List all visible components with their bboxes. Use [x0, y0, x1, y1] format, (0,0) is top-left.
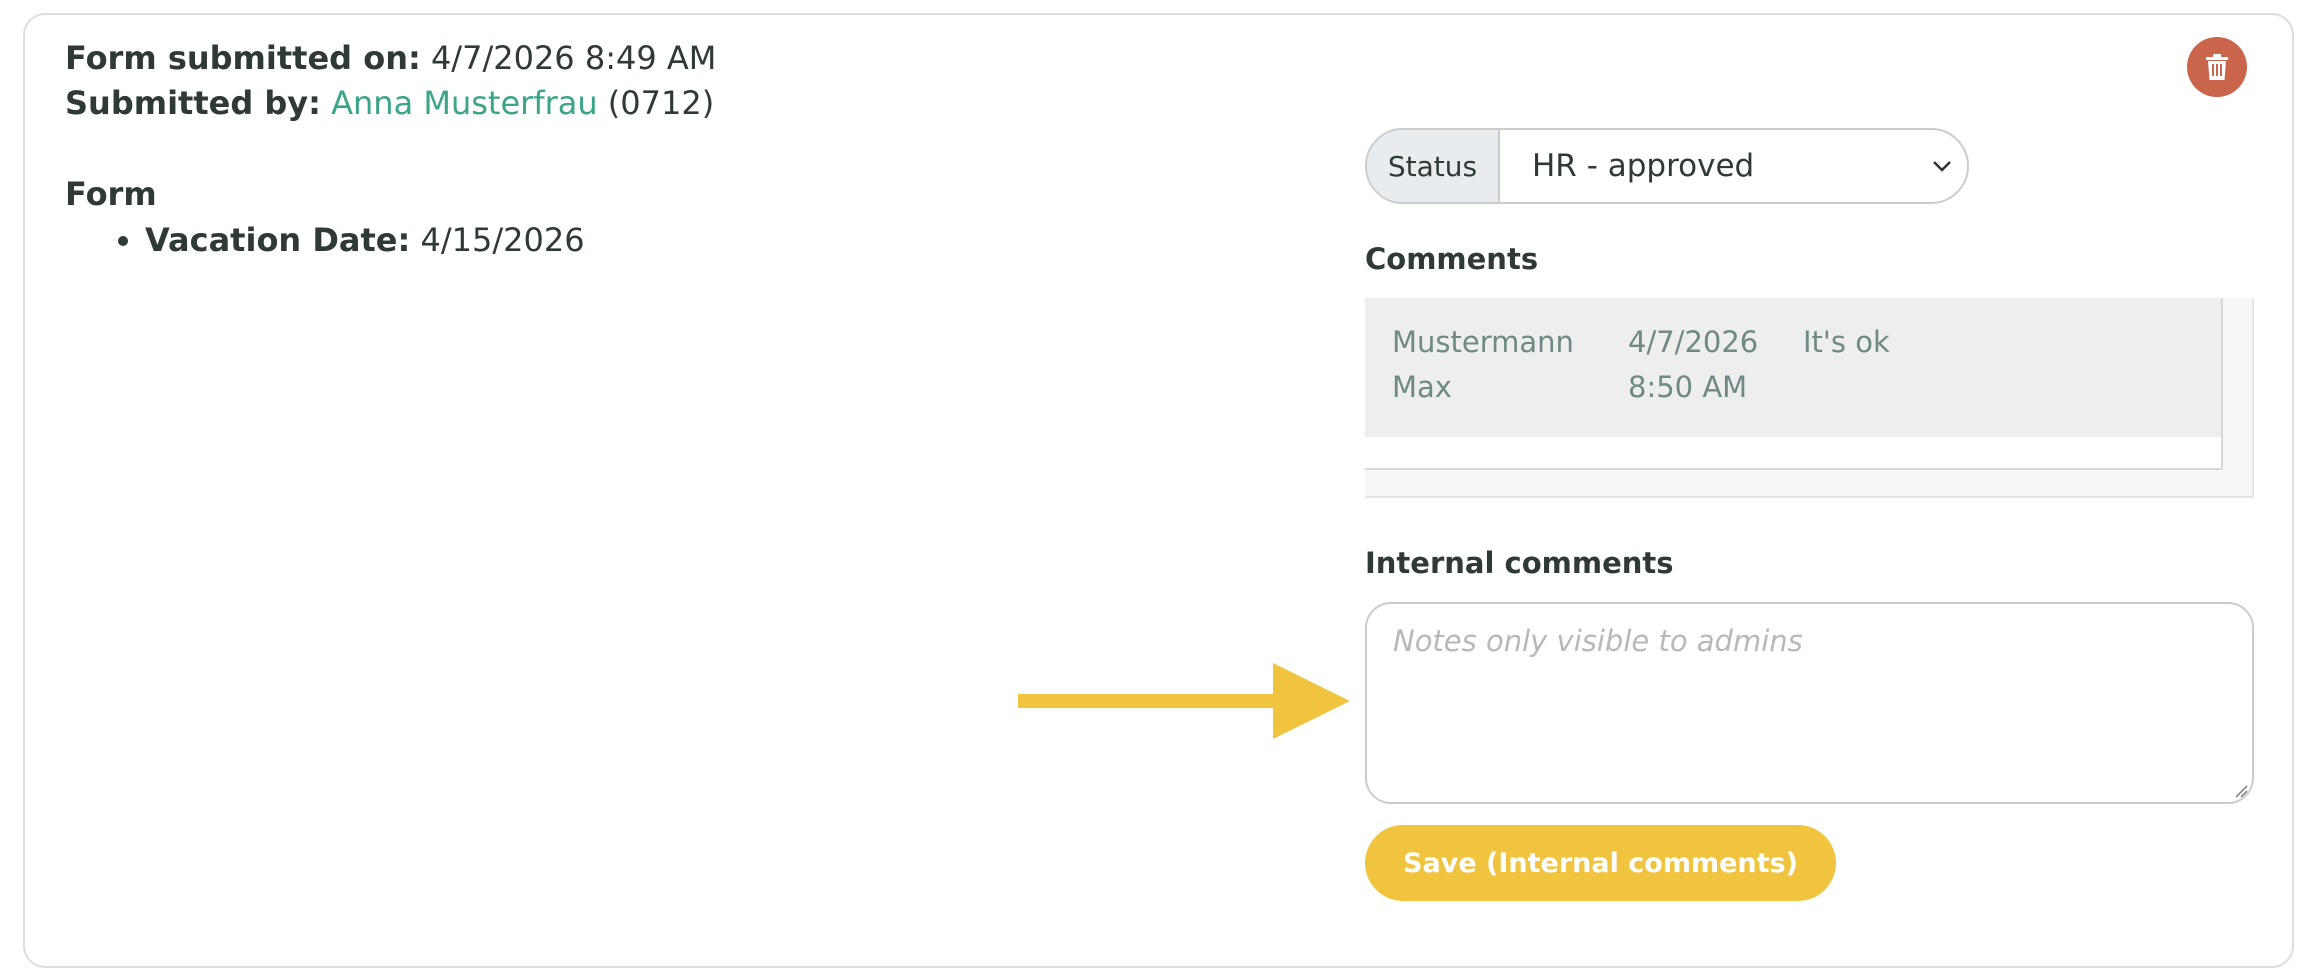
form-section-title: Form [65, 175, 157, 213]
form-field-value: 4/15/2026 [420, 221, 585, 259]
delete-button[interactable] [2187, 37, 2247, 97]
comments-table: Mustermann Max 4/7/2026 8:50 AM It's ok [1365, 298, 2223, 470]
internal-comments-input[interactable]: Notes only visible to admins [1365, 602, 2254, 804]
form-field-list: Vacation Date: 4/15/2026 [100, 220, 585, 260]
internal-comments-title: Internal comments [1365, 546, 1674, 580]
submitter-id: (0712) [607, 84, 715, 122]
status-selected-value: HR - approved [1532, 148, 1755, 184]
comment-date: 4/7/2026 8:50 AM [1628, 325, 1759, 404]
status-selector: Status HR - approved [1365, 128, 1969, 204]
submitted-by-label: Submitted by: [65, 84, 321, 122]
submitted-on-line: Form submitted on: 4/7/2026 8:49 AM [65, 38, 716, 78]
arrow-right-icon [1018, 663, 1350, 739]
chevron-down-icon [1933, 161, 1951, 172]
status-label: Status [1367, 130, 1500, 202]
status-dropdown[interactable]: HR - approved [1500, 130, 1967, 202]
save-internal-comments-button[interactable]: Save (Internal comments) [1365, 825, 1836, 901]
comment-text: It's ok [1803, 325, 1890, 359]
submitted-on-label: Form submitted on: [65, 39, 421, 77]
form-field-label: Vacation Date: [145, 221, 411, 259]
form-field-item: Vacation Date: 4/15/2026 [145, 220, 585, 260]
trash-icon [2206, 54, 2228, 80]
submitted-on-value: 4/7/2026 8:49 AM [430, 39, 717, 77]
submitter-name-link[interactable]: Anna Musterfrau [331, 84, 598, 122]
resize-grip-icon[interactable] [2234, 784, 2248, 798]
comment-row: Mustermann Max 4/7/2026 8:50 AM It's ok [1365, 298, 2221, 437]
comment-author: Mustermann Max [1392, 325, 1574, 404]
internal-comments-placeholder: Notes only visible to admins [1393, 624, 1803, 658]
submitted-by-line: Submitted by: Anna Musterfrau (0712) [65, 83, 714, 123]
comments-scroll-container[interactable]: Mustermann Max 4/7/2026 8:50 AM It's ok [1365, 298, 2254, 498]
comments-title: Comments [1365, 242, 1539, 276]
